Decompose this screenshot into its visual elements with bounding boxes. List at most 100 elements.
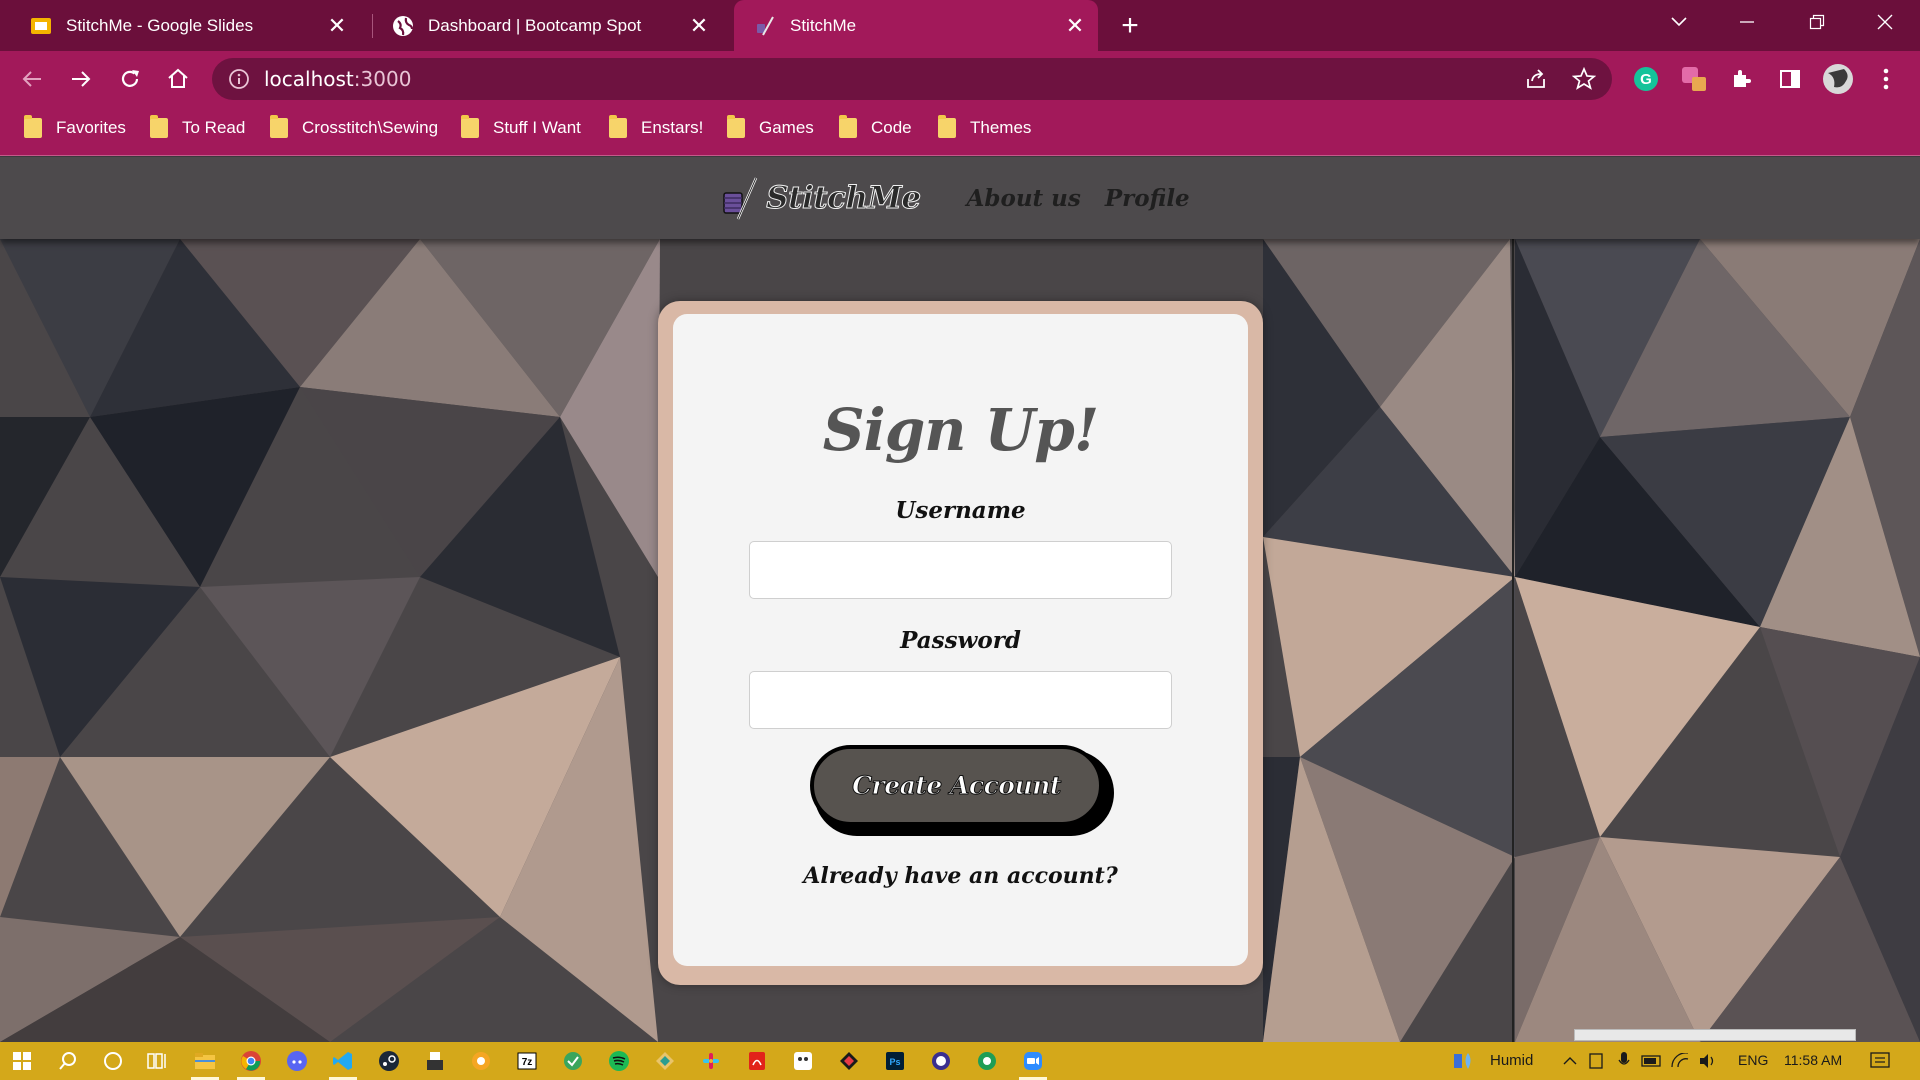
bookmark-folder[interactable]: To Read bbox=[150, 106, 245, 150]
app-icon[interactable] bbox=[413, 1042, 457, 1080]
url-text[interactable]: localhost:3000 bbox=[264, 67, 411, 91]
slack-icon[interactable] bbox=[689, 1042, 733, 1080]
brand-home-link[interactable]: StitchMe bbox=[718, 175, 922, 221]
browser-menu-icon[interactable] bbox=[1866, 59, 1906, 99]
bookmark-star-icon[interactable] bbox=[1571, 66, 1597, 91]
signup-card-frame: Sign Up! Username Password Create Accoun… bbox=[658, 301, 1263, 985]
folder-icon bbox=[150, 115, 168, 138]
tab-title: StitchMe - Google Slides bbox=[66, 15, 254, 35]
windows-start-icon[interactable] bbox=[0, 1042, 44, 1080]
steam-icon[interactable] bbox=[367, 1042, 411, 1080]
extensions-puzzle-icon[interactable] bbox=[1722, 59, 1762, 99]
new-tab-button[interactable]: + bbox=[1114, 9, 1146, 42]
google-slides-icon bbox=[30, 15, 52, 37]
file-explorer-icon[interactable] bbox=[183, 1042, 227, 1080]
clock[interactable]: 11:58 AM bbox=[1784, 1052, 1842, 1068]
site-navbar: StitchMe About us Profile bbox=[0, 157, 1920, 239]
bookmark-folder[interactable]: Code bbox=[839, 106, 912, 150]
bookmark-label: Crosstitch\Sewing bbox=[302, 118, 439, 137]
brand-name: StitchMe bbox=[766, 180, 922, 217]
bookmark-label: Themes bbox=[970, 118, 1032, 137]
bookmark-folder[interactable]: Games bbox=[727, 106, 814, 150]
app-icon[interactable] bbox=[919, 1042, 963, 1080]
svg-text:Ps: Ps bbox=[889, 1057, 900, 1067]
folder-icon bbox=[461, 115, 479, 138]
app-icon[interactable] bbox=[781, 1042, 825, 1080]
folder-icon bbox=[727, 115, 745, 138]
password-label: Password bbox=[900, 627, 1021, 654]
share-icon[interactable] bbox=[1524, 67, 1548, 91]
back-button[interactable] bbox=[12, 59, 52, 99]
address-bar[interactable]: localhost:3000 bbox=[212, 58, 1612, 100]
notifications-icon[interactable] bbox=[1858, 1042, 1902, 1080]
browser-toolbar: localhost:3000 G bbox=[0, 51, 1920, 106]
photoshop-icon[interactable]: Ps bbox=[873, 1042, 917, 1080]
app-icon[interactable] bbox=[827, 1042, 871, 1080]
discord-icon[interactable] bbox=[275, 1042, 319, 1080]
restore-button[interactable] bbox=[1782, 0, 1852, 44]
bookmark-label: Favorites bbox=[56, 118, 126, 137]
create-account-button[interactable]: Create Account bbox=[810, 745, 1103, 826]
profile-avatar[interactable] bbox=[1818, 59, 1858, 99]
search-icon[interactable] bbox=[46, 1042, 90, 1080]
acrobat-icon[interactable] bbox=[735, 1042, 779, 1080]
zoom-icon[interactable] bbox=[1011, 1042, 1055, 1080]
globe-icon bbox=[392, 15, 414, 37]
svg-text:7z: 7z bbox=[522, 1057, 533, 1068]
tab-title: Dashboard | Bootcamp Spot bbox=[428, 15, 642, 35]
login-link[interactable]: Already have an account? bbox=[673, 863, 1248, 889]
app-icon[interactable] bbox=[965, 1042, 1009, 1080]
bookmark-folder[interactable]: Crosstitch\Sewing bbox=[270, 106, 438, 150]
volume-icon[interactable] bbox=[1686, 1042, 1730, 1080]
app-icon[interactable] bbox=[643, 1042, 687, 1080]
close-icon[interactable]: ✕ bbox=[322, 11, 352, 41]
tab-bootcamp-spot[interactable]: Dashboard | Bootcamp Spot ✕ bbox=[362, 0, 722, 51]
task-view-icon[interactable] bbox=[136, 1042, 180, 1080]
horizontal-scrollbar[interactable] bbox=[1574, 1029, 1856, 1041]
nav-about-us[interactable]: About us bbox=[967, 185, 1081, 212]
bookmarks-bar: Favorites To Read Crosstitch\Sewing Stuf… bbox=[0, 106, 1920, 156]
forward-button[interactable] bbox=[61, 59, 101, 99]
close-window-button[interactable] bbox=[1850, 0, 1920, 44]
grammarly-extension-icon[interactable]: G bbox=[1626, 59, 1666, 99]
app-icon[interactable] bbox=[459, 1042, 503, 1080]
folder-icon bbox=[609, 115, 627, 138]
weather-icon[interactable] bbox=[1442, 1042, 1486, 1080]
vscode-icon[interactable] bbox=[321, 1042, 365, 1080]
close-icon[interactable]: ✕ bbox=[1060, 11, 1090, 41]
web-page: StitchMe About us Profile Sign Up! Usern… bbox=[0, 157, 1920, 1042]
bookmark-label: Games bbox=[759, 118, 814, 137]
bookmark-label: Stuff I Want bbox=[493, 118, 581, 137]
nav-profile[interactable]: Profile bbox=[1105, 185, 1190, 212]
folder-icon bbox=[24, 115, 42, 138]
home-icon[interactable] bbox=[158, 59, 198, 99]
side-panel-icon[interactable] bbox=[1770, 59, 1810, 99]
folder-icon bbox=[270, 115, 288, 138]
chrome-icon[interactable] bbox=[229, 1042, 273, 1080]
bookmark-folder[interactable]: Themes bbox=[938, 106, 1031, 150]
site-info-icon[interactable] bbox=[228, 68, 250, 90]
url-host: localhost bbox=[264, 67, 354, 91]
language-indicator[interactable]: ENG bbox=[1738, 1052, 1768, 1068]
url-port: :3000 bbox=[353, 67, 412, 91]
minimize-button[interactable] bbox=[1712, 0, 1782, 44]
username-input[interactable] bbox=[749, 541, 1172, 599]
cortana-icon[interactable] bbox=[91, 1042, 135, 1080]
tab-search-icon[interactable] bbox=[1644, 0, 1714, 44]
tab-stitchme[interactable]: StitchMe ✕ bbox=[734, 0, 1098, 51]
app-icon[interactable] bbox=[551, 1042, 595, 1080]
password-input[interactable] bbox=[749, 671, 1172, 729]
weather-text[interactable]: Humid bbox=[1490, 1052, 1533, 1069]
browser-tabstrip: StitchMe - Google Slides ✕ Dashboard | B… bbox=[0, 0, 1920, 51]
thread-needle-logo-icon bbox=[723, 177, 758, 220]
7zip-icon[interactable]: 7z bbox=[505, 1042, 549, 1080]
bookmark-folder[interactable]: Enstars! bbox=[609, 106, 703, 150]
bookmark-folder[interactable]: Favorites bbox=[24, 106, 126, 150]
reload-icon[interactable] bbox=[110, 59, 150, 99]
bookmark-folder[interactable]: Stuff I Want bbox=[461, 106, 581, 150]
tab-title: StitchMe bbox=[790, 15, 857, 35]
tab-google-slides[interactable]: StitchMe - Google Slides ✕ bbox=[0, 0, 360, 51]
spotify-icon[interactable] bbox=[597, 1042, 641, 1080]
close-icon[interactable]: ✕ bbox=[684, 11, 714, 41]
extension-icon[interactable] bbox=[1674, 59, 1714, 99]
